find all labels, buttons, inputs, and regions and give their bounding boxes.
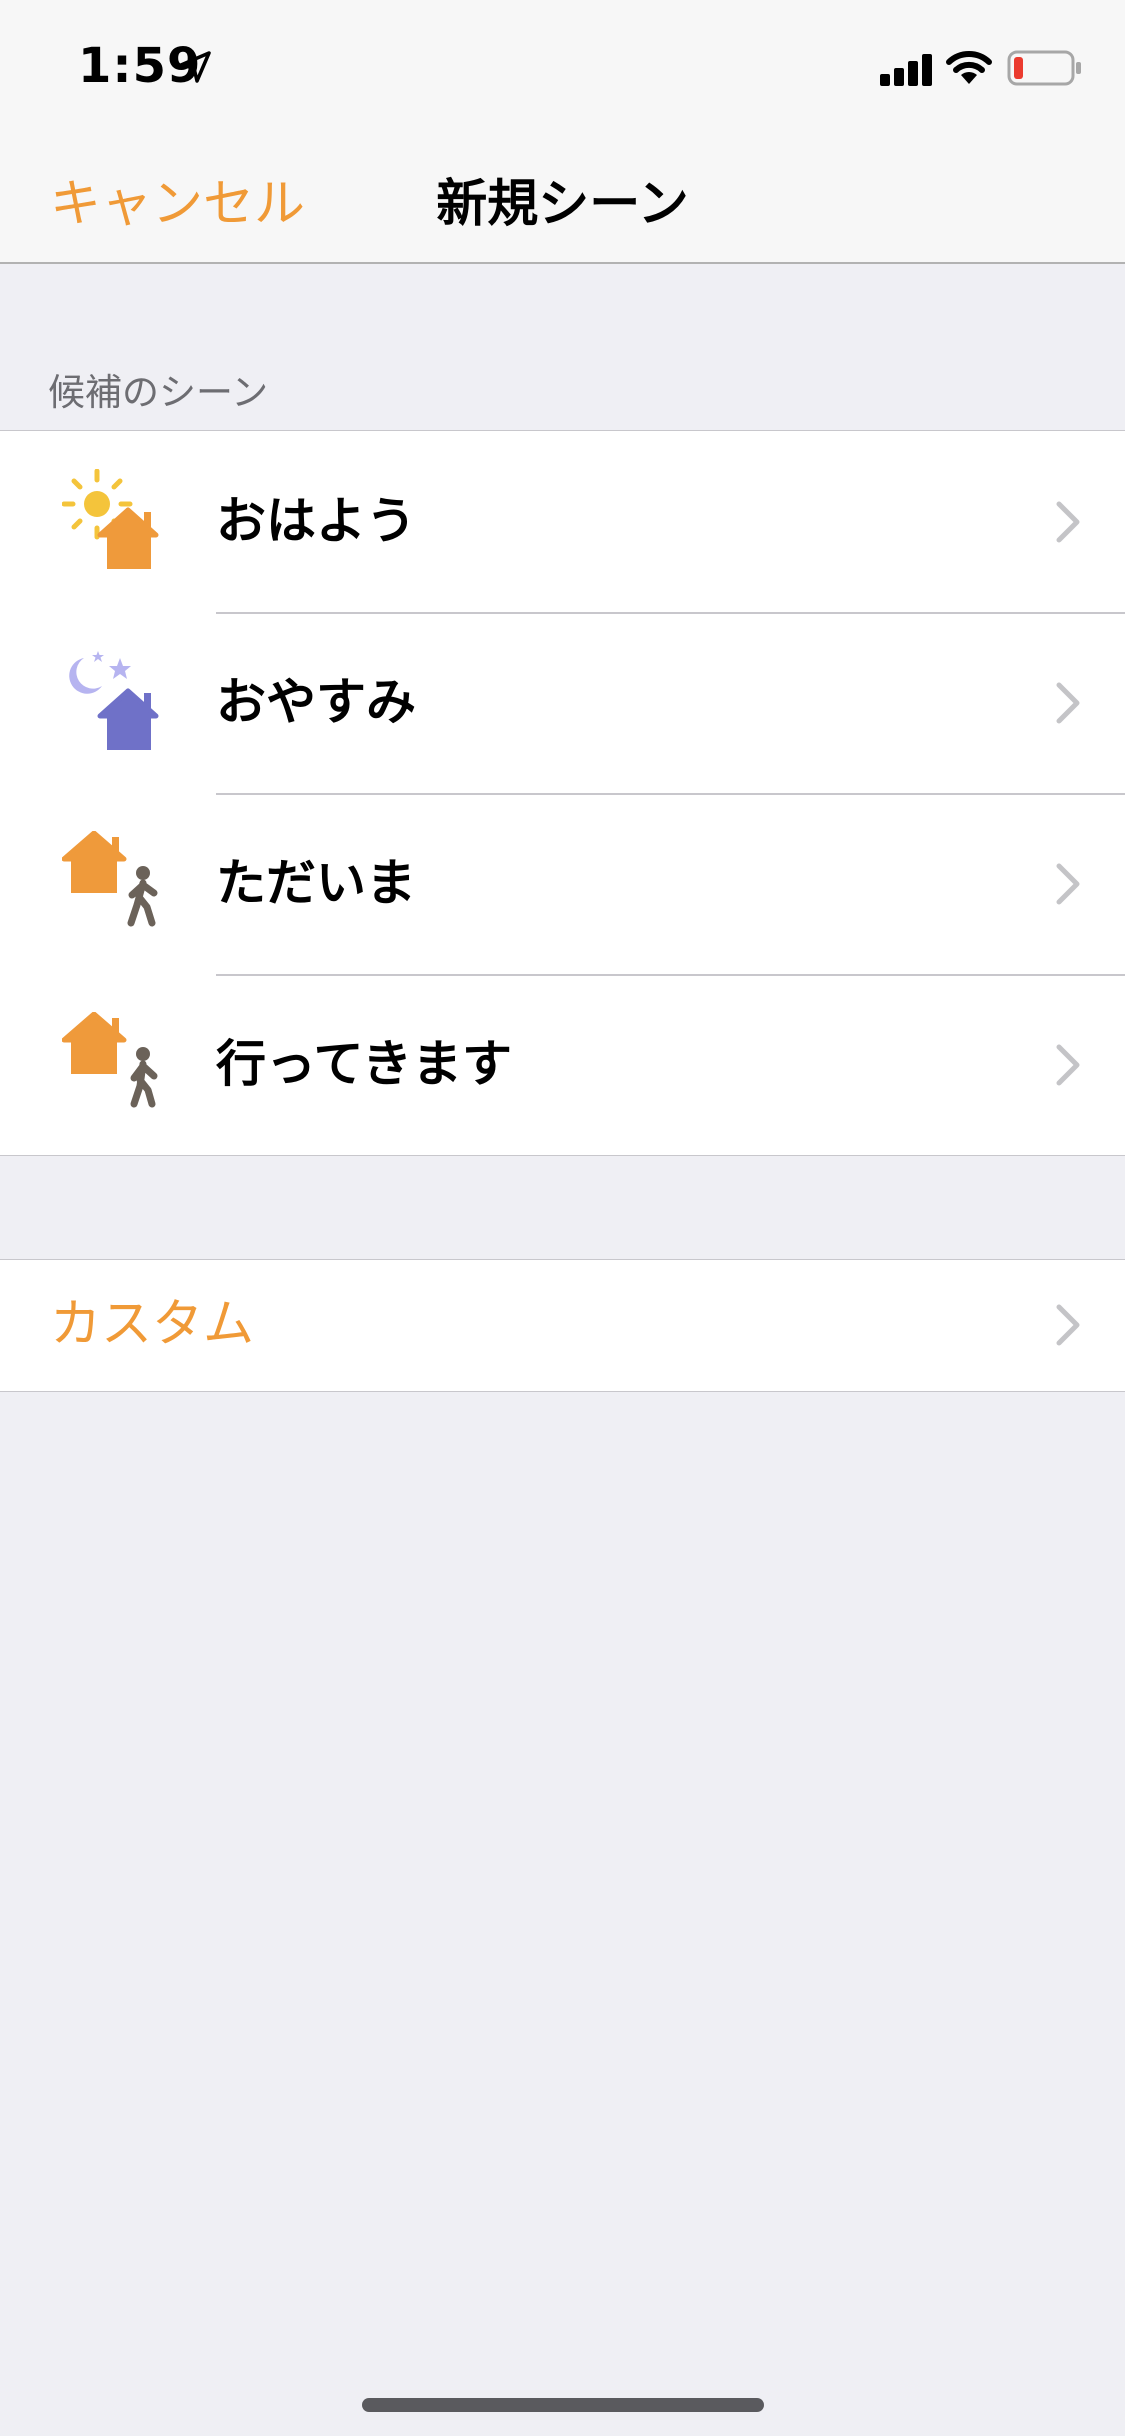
scene-label: おやすみ <box>216 673 416 731</box>
arrive-home-icon <box>61 830 172 941</box>
scene-row-leaving[interactable]: 行ってきます <box>0 974 1125 1155</box>
cellular-signal-icon <box>880 52 934 90</box>
custom-scene-button[interactable]: カスタム <box>0 1260 1125 1390</box>
moon-house-icon <box>62 650 172 760</box>
location-arrow-icon <box>178 50 212 88</box>
home-indicator[interactable] <box>362 2398 764 2412</box>
suggested-scenes-list: おはよう おやすみ ただいま 行ってきます <box>0 430 1125 1156</box>
sun-house-icon <box>61 468 172 579</box>
suggested-scenes-header: 候補のシーン <box>48 371 269 414</box>
navigation-bar: キャンセル 新規シーン <box>0 132 1125 264</box>
leave-home-icon <box>61 1011 172 1122</box>
chevron-right-icon <box>1056 682 1080 723</box>
chevron-right-icon <box>1056 501 1080 542</box>
custom-scene-list: カスタム <box>0 1259 1125 1392</box>
status-bar: 1:59 <box>0 0 1125 132</box>
chevron-right-icon <box>1056 1044 1080 1085</box>
battery-low-icon <box>1007 50 1083 90</box>
scene-row-good-night[interactable]: おやすみ <box>0 612 1125 793</box>
page-title: 新規シーン <box>436 175 689 234</box>
scene-row-good-morning[interactable]: おはよう <box>0 431 1125 612</box>
wifi-icon <box>945 48 993 90</box>
scene-label: ただいま <box>216 854 416 912</box>
chevron-right-icon <box>1056 863 1080 904</box>
scene-label: 行ってきます <box>216 1035 512 1093</box>
scene-row-im-home[interactable]: ただいま <box>0 793 1125 974</box>
chevron-right-icon <box>1056 1304 1080 1346</box>
custom-scene-label: カスタム <box>50 1295 255 1354</box>
scene-label: おはよう <box>216 492 416 550</box>
